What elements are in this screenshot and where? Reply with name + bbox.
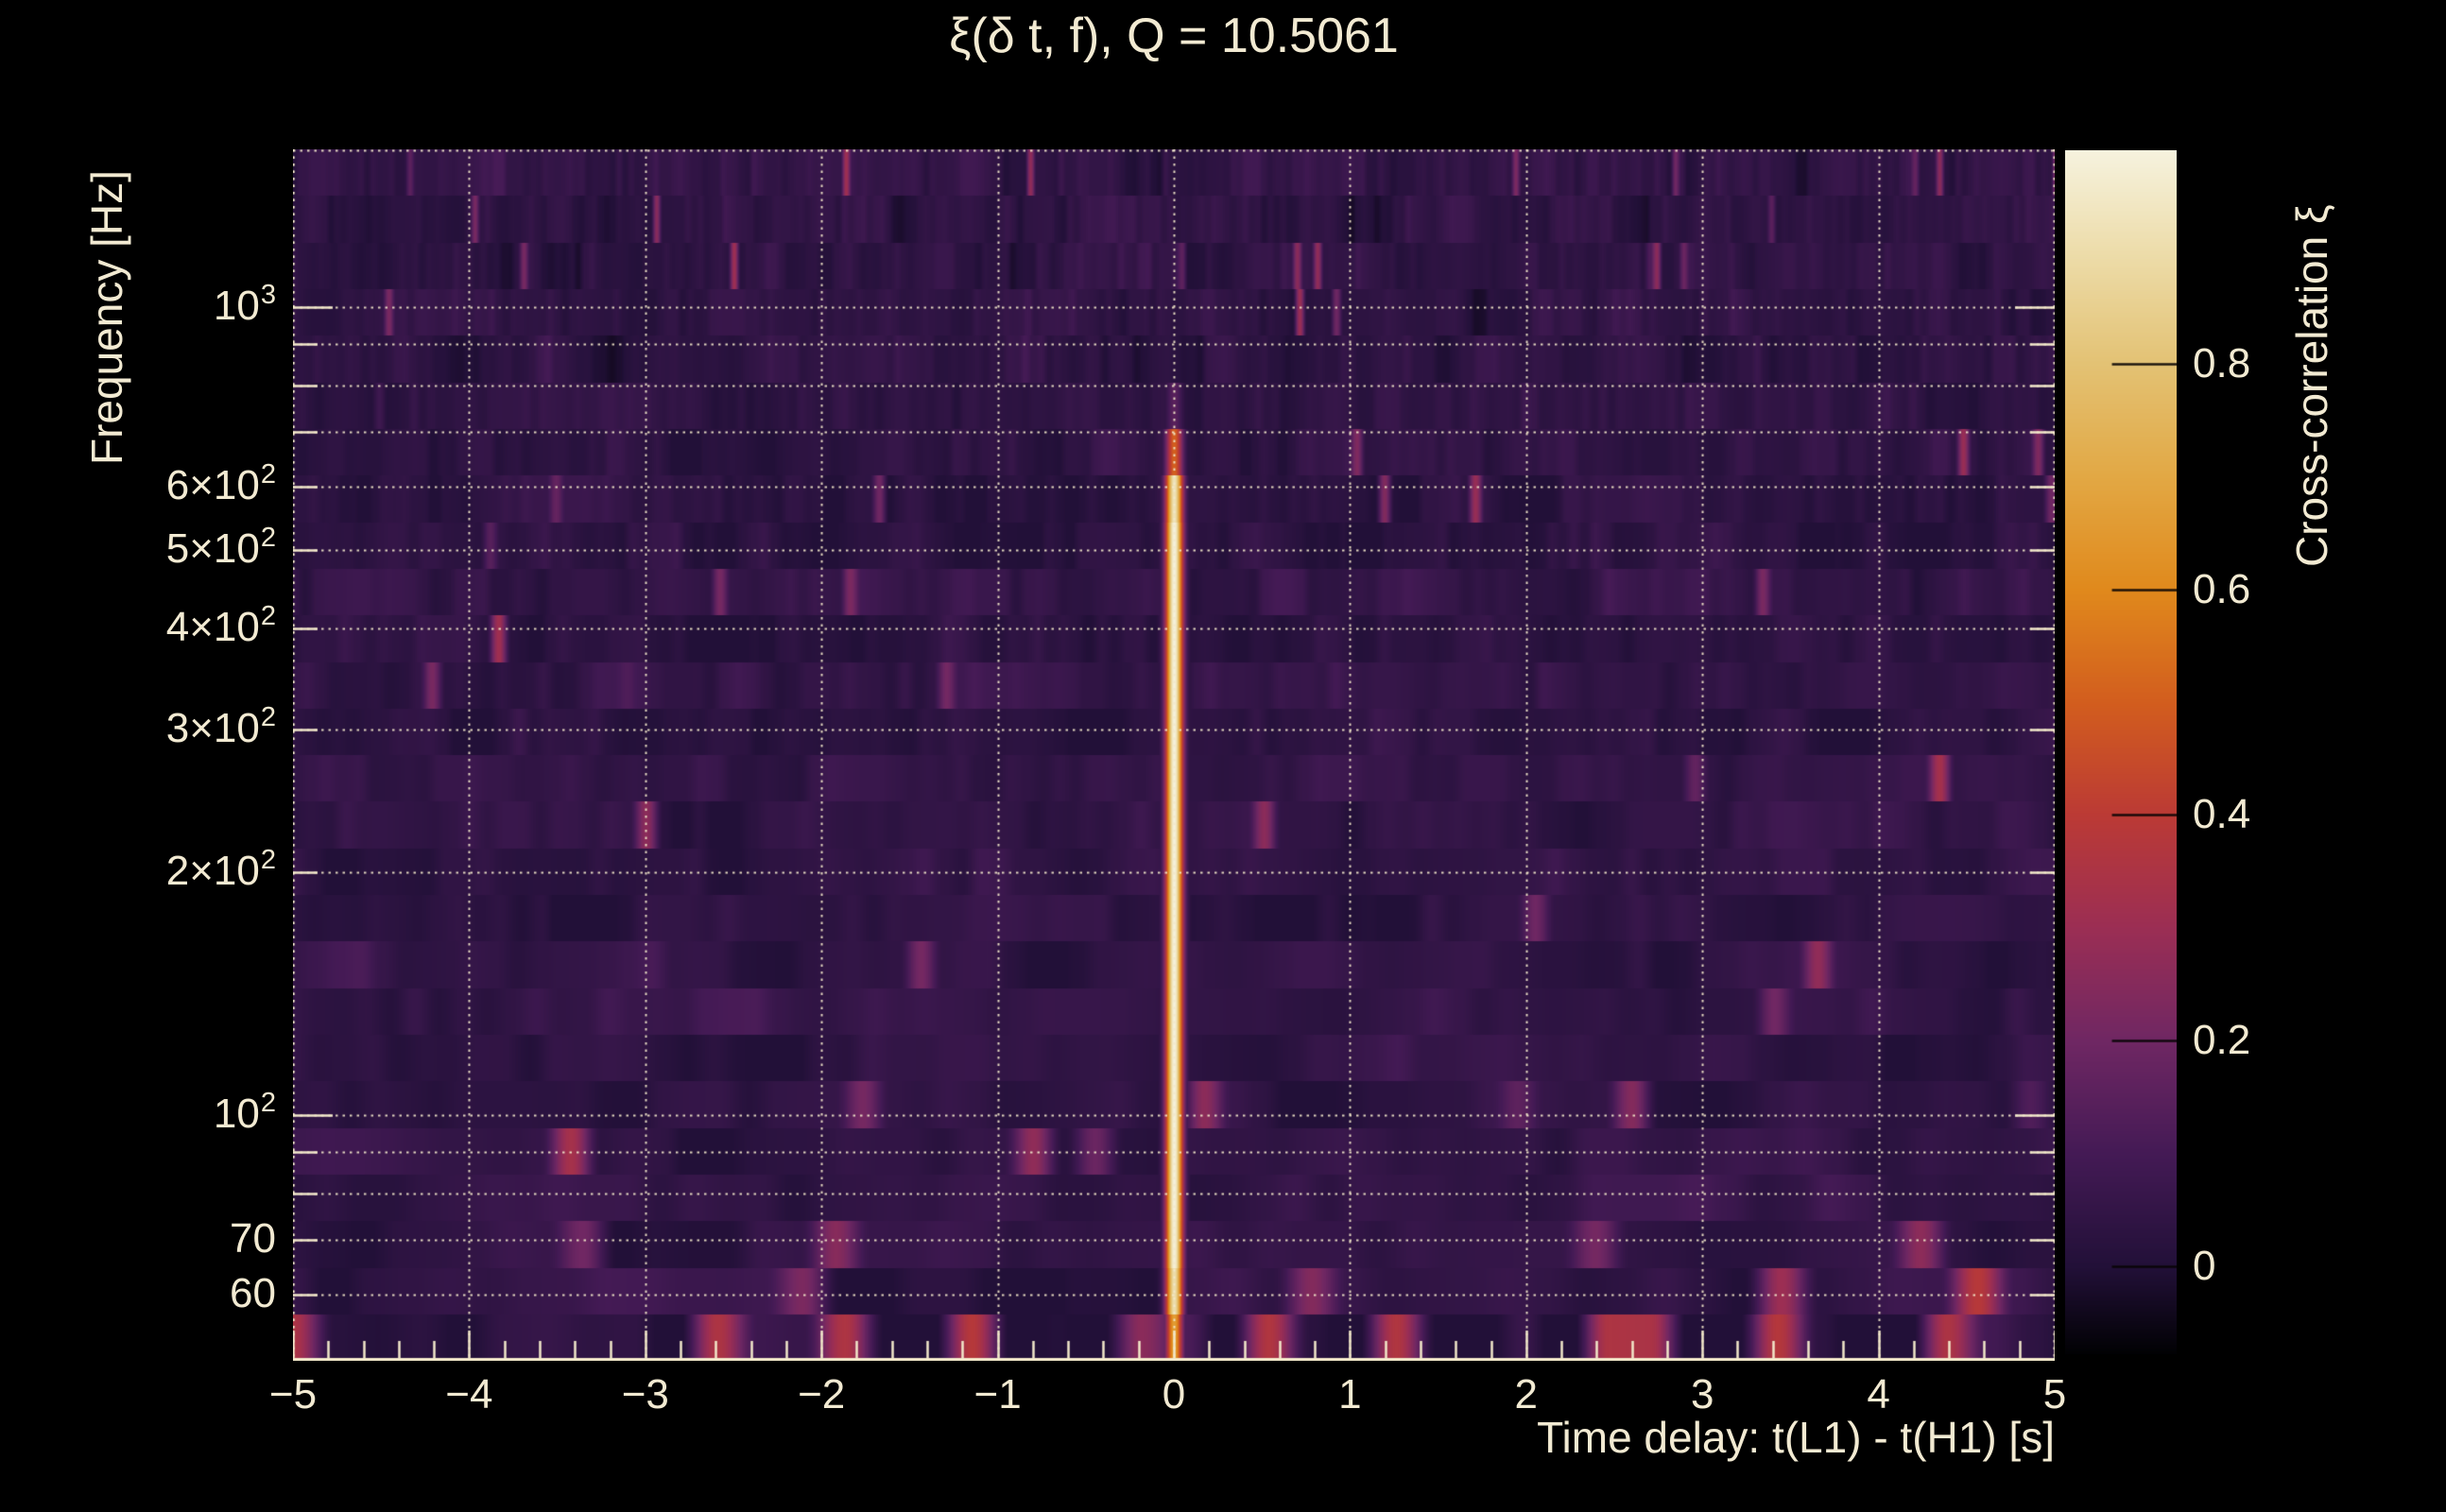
colorbar-tick-label: 0.2 bbox=[2193, 1017, 2251, 1064]
x-tick-label: −3 bbox=[621, 1371, 669, 1418]
y-tick-label: 102 bbox=[213, 1088, 276, 1137]
exponent: 2 bbox=[260, 458, 276, 490]
figure-root: ξ(δ t, f), Q = 10.5061 Time delay: t(L1)… bbox=[0, 0, 2446, 1512]
heatmap-canvas bbox=[293, 149, 2055, 1361]
exponent: 3 bbox=[260, 280, 276, 310]
colorbar-tick-label: 0.6 bbox=[2193, 565, 2251, 612]
colorbar-tick-label: 0 bbox=[2193, 1243, 2216, 1289]
x-tick-label: 0 bbox=[1162, 1371, 1186, 1418]
exponent: 2 bbox=[260, 1088, 276, 1118]
y-tick-label: 3×102 bbox=[165, 702, 276, 752]
y-tick-label: 103 bbox=[213, 280, 276, 329]
colorbar-tick-label: 0.8 bbox=[2193, 339, 2251, 387]
x-tick-label: 5 bbox=[2042, 1371, 2067, 1418]
colorbar-canvas bbox=[2065, 150, 2177, 1354]
y-tick-label: 2×102 bbox=[165, 844, 276, 894]
y-tick-label: 60 bbox=[230, 1269, 276, 1316]
x-tick-label: −1 bbox=[973, 1371, 1022, 1418]
y-tick-label: 5×102 bbox=[165, 523, 276, 573]
colorbar-tick-label: 0.4 bbox=[2193, 791, 2251, 838]
exponent: 2 bbox=[260, 844, 276, 875]
x-tick-label: 3 bbox=[1690, 1371, 1714, 1418]
y-axis-title: Frequency [Hz] bbox=[82, 170, 131, 465]
y-tick-label: 4×102 bbox=[165, 601, 276, 651]
colorbar-title: Cross-correlation ξ bbox=[2287, 204, 2336, 567]
exponent: 2 bbox=[260, 601, 276, 632]
x-tick-label: 4 bbox=[1867, 1371, 1890, 1418]
exponent: 2 bbox=[260, 523, 276, 554]
y-tick-label: 70 bbox=[230, 1215, 276, 1263]
exponent: 2 bbox=[260, 702, 276, 733]
x-tick-label: 1 bbox=[1338, 1371, 1362, 1418]
x-tick-label: 2 bbox=[1514, 1371, 1539, 1418]
x-tick-label: −4 bbox=[445, 1371, 493, 1418]
y-tick-label: 6×102 bbox=[165, 458, 276, 508]
x-tick-label: −5 bbox=[268, 1371, 318, 1418]
x-axis-title: Time delay: t(L1) - t(H1) [s] bbox=[1537, 1413, 2055, 1462]
x-tick-label: −2 bbox=[798, 1371, 846, 1418]
plot-title: ξ(δ t, f), Q = 10.5061 bbox=[949, 9, 1399, 63]
